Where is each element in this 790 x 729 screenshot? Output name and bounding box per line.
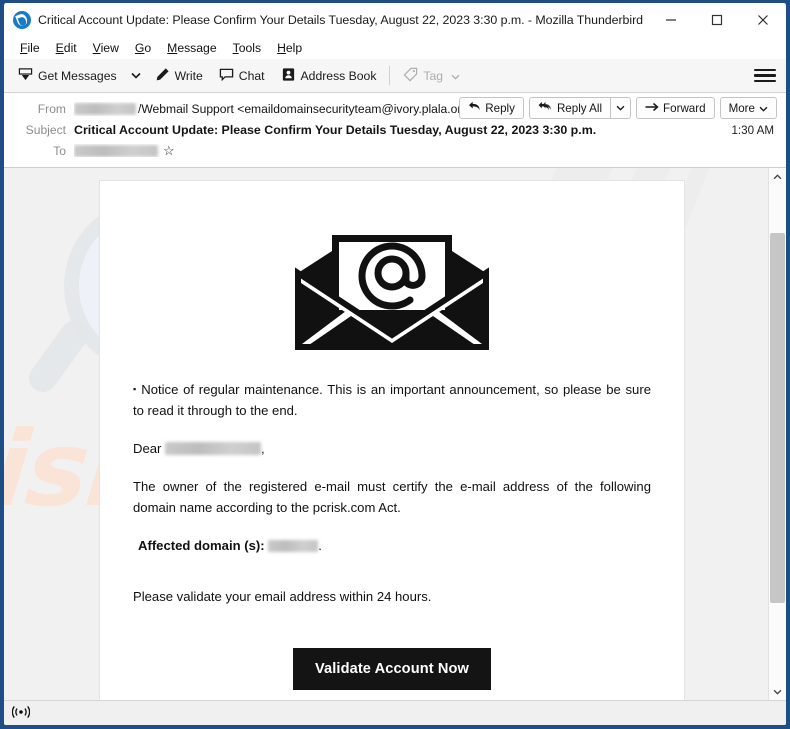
- from-address: /Webmail Support <emaildomainsecuritytea…: [138, 101, 481, 116]
- greeting-suffix: ,: [261, 441, 265, 456]
- window-title: Critical Account Update: Please Confirm …: [38, 13, 644, 27]
- tag-chevron-down-icon[interactable]: [451, 69, 460, 83]
- maximize-button[interactable]: [694, 3, 740, 37]
- reply-button[interactable]: Reply: [459, 97, 524, 119]
- address-book-button[interactable]: Address Book: [274, 64, 384, 88]
- envelope-at-symbol-icon: [100, 181, 684, 379]
- scroll-down-button[interactable]: [769, 683, 786, 700]
- subject-label: Subject: [25, 122, 66, 137]
- reply-all-dropdown[interactable]: [610, 97, 632, 119]
- scroll-up-button[interactable]: [769, 168, 786, 185]
- affected-domain-suffix: .: [318, 538, 322, 553]
- wireless-signal-icon: [11, 705, 31, 722]
- bullet-square-icon: ▪: [133, 384, 138, 394]
- body-paragraph-3: Please validate your email address withi…: [133, 589, 432, 604]
- subject-value: Critical Account Update: Please Confirm …: [74, 122, 597, 137]
- body-paragraph-2: The owner of the registered e-mail must …: [133, 479, 651, 515]
- email-body-text: ▪ Notice of regular maintenance. This is …: [100, 379, 684, 607]
- body-paragraph-1: ▪ Notice of regular maintenance. This is …: [133, 379, 651, 421]
- menu-file-rest: ile: [27, 41, 40, 55]
- to-label: To: [53, 143, 66, 158]
- menu-file[interactable]: File: [12, 39, 48, 57]
- toolbar-separator: [389, 66, 391, 85]
- body-affected-domain: Affected domain (s): .: [138, 535, 651, 556]
- email-content-card: ▪ Notice of regular maintenance. This is …: [99, 180, 685, 700]
- affected-domain-redacted: [268, 540, 319, 552]
- reply-arrow-icon: [468, 101, 481, 115]
- to-redacted-address: [74, 144, 158, 157]
- message-actions: Reply Reply All Forward More: [459, 97, 777, 119]
- main-toolbar: Get Messages Write Chat Address Book Tag: [4, 59, 786, 93]
- tag-button[interactable]: Tag: [396, 64, 467, 88]
- validate-account-button[interactable]: Validate Account Now: [293, 648, 491, 690]
- greeting-redacted-name: [165, 442, 262, 455]
- chat-button[interactable]: Chat: [212, 64, 272, 88]
- chat-bubble-icon: [219, 67, 234, 85]
- message-body-pane: risk.com: [4, 168, 786, 700]
- title-bar: Critical Account Update: Please Confirm …: [4, 3, 786, 37]
- menu-view[interactable]: View: [85, 39, 127, 57]
- menu-help[interactable]: Help: [269, 39, 310, 57]
- hamburger-icon[interactable]: [754, 67, 776, 85]
- vertical-scrollbar[interactable]: [768, 168, 786, 700]
- get-messages-label: Get Messages: [38, 68, 117, 83]
- minimize-button[interactable]: [648, 3, 694, 37]
- menu-edit[interactable]: Edit: [48, 39, 85, 57]
- forward-arrow-icon: [645, 102, 659, 115]
- reply-all-group: Reply All: [528, 97, 632, 119]
- more-button[interactable]: More: [719, 97, 777, 119]
- reply-all-arrow-icon: [538, 101, 553, 115]
- scrollbar-track[interactable]: [769, 185, 786, 683]
- status-bar: [4, 700, 786, 725]
- from-label: From: [37, 101, 66, 116]
- reply-label: Reply: [485, 101, 515, 115]
- menu-go[interactable]: Go: [127, 39, 159, 57]
- body-greeting: Dear ,: [133, 438, 651, 459]
- forward-button[interactable]: Forward: [636, 97, 715, 119]
- download-mail-icon: [18, 67, 33, 85]
- forward-label: Forward: [663, 101, 706, 115]
- more-label: More: [728, 101, 755, 115]
- affected-domain-label: Affected domain (s):: [138, 538, 265, 553]
- close-button[interactable]: [740, 3, 786, 37]
- greeting-prefix: Dear: [133, 441, 162, 456]
- chat-label: Chat: [238, 68, 265, 83]
- cta-wrapper: Validate Account Now: [100, 624, 684, 700]
- from-value[interactable]: /Webmail Support <emaildomainsecuritytea…: [74, 102, 497, 116]
- thunderbird-window: Critical Account Update: Please Confirm …: [0, 0, 790, 729]
- message-body-scroll: risk.com: [4, 168, 768, 700]
- get-messages-button[interactable]: Get Messages: [11, 64, 124, 88]
- reply-all-button[interactable]: Reply All: [528, 97, 611, 119]
- body-paragraph-1-text: Notice of regular maintenance. This is a…: [133, 382, 651, 418]
- menu-bar: File Edit View Go Message Tools Help: [4, 37, 786, 59]
- menu-tools[interactable]: Tools: [225, 39, 269, 57]
- message-timestamp: 1:30 AM: [731, 124, 774, 137]
- menu-message[interactable]: Message: [159, 39, 224, 57]
- message-header: From /Webmail Support <emaildomainsecuri…: [4, 93, 786, 168]
- address-book-label: Address Book: [300, 68, 377, 83]
- window-controls: [648, 3, 786, 37]
- tag-label: Tag: [423, 68, 444, 83]
- to-star-icon[interactable]: ☆: [163, 144, 175, 157]
- pencil-icon: [155, 67, 170, 85]
- reply-all-label: Reply All: [556, 101, 603, 115]
- from-redacted-name: [74, 102, 136, 115]
- get-messages-dropdown[interactable]: [125, 69, 147, 82]
- scrollbar-thumb[interactable]: [770, 233, 785, 603]
- tag-icon: [403, 67, 418, 85]
- write-button[interactable]: Write: [148, 64, 210, 88]
- write-label: Write: [174, 68, 203, 83]
- thunderbird-icon: [13, 11, 31, 29]
- to-row: To ☆: [4, 140, 786, 161]
- address-book-icon: [281, 67, 296, 85]
- more-chevron-down-icon: [759, 102, 768, 115]
- to-value[interactable]: ☆: [74, 144, 175, 157]
- subject-row: Subject Critical Account Update: Please …: [4, 119, 786, 140]
